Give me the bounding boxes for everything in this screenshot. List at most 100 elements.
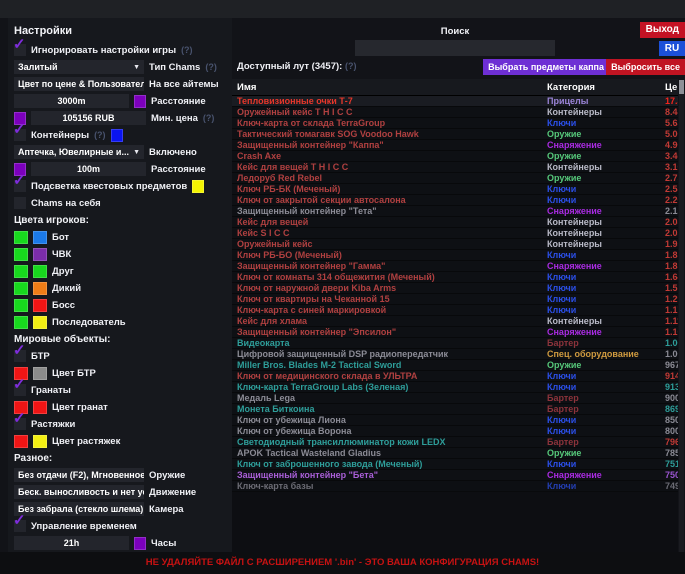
table-row[interactable]: Crash Axe Оружие 3.40kk	[232, 151, 678, 162]
distance-color-swatch[interactable]	[134, 95, 146, 108]
drop-all-button[interactable]: Выбросить все	[606, 59, 685, 75]
select-kappa-items-button[interactable]: Выбрать предметы каппа	[483, 59, 609, 75]
chams-self-checkbox[interactable]	[14, 197, 26, 209]
table-row[interactable]: Ключ от квартиры на Чеканной 15 Ключи 1.…	[232, 294, 678, 305]
time-control-checkbox[interactable]: ✓	[14, 520, 26, 532]
min-price-input[interactable]: 105156 RUB	[31, 111, 146, 125]
player-color-swatch-primary[interactable]	[14, 299, 28, 312]
item-name: Ключ от закрытой секции автосалона	[232, 195, 547, 205]
meds-dropdown[interactable]: Аптечка, Ювелирные и... ▼	[14, 145, 144, 159]
tripwires-checkbox[interactable]: ✓	[14, 418, 26, 430]
table-row[interactable]: Miller Bros. Blades M-2 Tactical Sword О…	[232, 360, 678, 371]
movement-misc-dropdown[interactable]: Беск. выносливость и нет уста ▼	[14, 485, 144, 499]
item-category: Снаряжение	[547, 327, 665, 337]
btr-color-swatch-secondary[interactable]	[33, 367, 47, 380]
table-row[interactable]: Светодиодный трансиллюминатор кожи LEDX …	[232, 437, 678, 448]
help-hint[interactable]: (?)	[345, 61, 357, 71]
table-row[interactable]: Ледоруб Red Rebel Оружие 2.75kk	[232, 173, 678, 184]
player-color-swatch-secondary[interactable]	[33, 316, 47, 329]
table-row[interactable]: Ключ-карта базы Ключи 749.0k	[232, 481, 678, 492]
table-row[interactable]: Защищенный контейнер "Каппа" Снаряжение …	[232, 140, 678, 151]
weapon-misc-dropdown[interactable]: Без отдачи (F2), Мгновенное п ▼	[14, 468, 144, 482]
table-row[interactable]: Защищенный контейнер "Эпсилон" Снаряжени…	[232, 327, 678, 338]
ignore-game-settings-checkbox[interactable]: ✓	[14, 44, 26, 56]
help-hint[interactable]: (?)	[205, 62, 217, 72]
item-price: 913.8k	[665, 382, 678, 392]
distance-input[interactable]: 3000m	[14, 94, 129, 108]
color-mode-dropdown[interactable]: Цвет по цене & Пользователь ▼	[14, 77, 144, 91]
table-row[interactable]: Кейс S I C C Контейнеры 2.05kk	[232, 228, 678, 239]
quest-items-checkbox[interactable]: ✓	[14, 180, 26, 192]
table-row[interactable]: Видеокарта Бартер 1.06kk	[232, 338, 678, 349]
table-row[interactable]: Защищенный контейнер "Тета" Снаряжение 2…	[232, 206, 678, 217]
player-colors-list: Бот ЧВК Друг Дикий	[14, 230, 226, 332]
table-row[interactable]: Ключ-карта от склада TerraGroup Ключи 5.…	[232, 118, 678, 129]
grenade-color-swatch-secondary[interactable]	[33, 401, 47, 414]
tripwire-color-swatch-secondary[interactable]	[33, 435, 47, 448]
table-row[interactable]: Ключ от закрытой секции автосалона Ключи…	[232, 195, 678, 206]
containers-color-swatch[interactable]	[111, 129, 123, 142]
help-hint[interactable]: (?)	[94, 130, 106, 140]
table-row[interactable]: Ключ РБ-БО (Меченый) Ключи 1.85kk	[232, 250, 678, 261]
table-row[interactable]: Монета Биткоина Бартер 869.6k	[232, 404, 678, 415]
help-hint[interactable]: (?)	[203, 113, 215, 123]
player-color-swatch-primary[interactable]	[14, 231, 28, 244]
table-row[interactable]: Ключ от комнаты 314 общежития (Меченый) …	[232, 272, 678, 283]
table-row[interactable]: Кейс для вещей Контейнеры 2.08kk	[232, 217, 678, 228]
table-row[interactable]: Кейс для хлама Контейнеры 1.11kk	[232, 316, 678, 327]
player-color-swatch-secondary[interactable]	[33, 299, 47, 312]
column-header-category[interactable]: Категория	[547, 82, 665, 93]
table-row[interactable]: Ключ от убежища Лиона Ключи 850.0k	[232, 415, 678, 426]
scrollbar-thumb[interactable]	[679, 80, 684, 94]
table-row[interactable]: Ключ от заброшенного завода (Меченый) Кл…	[232, 459, 678, 470]
table-row[interactable]: Ключ от убежища Ворона Ключи 800.0k	[232, 426, 678, 437]
meds-value: Аптечка, Ювелирные и...	[18, 147, 129, 157]
table-row[interactable]: Кейс для вещей T H I C C Контейнеры 3.10…	[232, 162, 678, 173]
item-category: Ключи	[547, 382, 665, 392]
btr-checkbox[interactable]: ✓	[14, 350, 26, 362]
chams-type-label: Тип Chams	[149, 62, 200, 73]
hours-color-swatch[interactable]	[134, 537, 146, 550]
quest-items-color-swatch[interactable]	[192, 180, 204, 193]
table-row[interactable]: Ключ-карта с синей маркировкой Ключи 1.1…	[232, 305, 678, 316]
grenades-checkbox[interactable]: ✓	[14, 384, 26, 396]
table-row[interactable]: Оружейный кейс Контейнеры 1.95kk	[232, 239, 678, 250]
table-row[interactable]: Ключ РБ-БК (Меченый) Ключи 2.58kk	[232, 184, 678, 195]
table-row[interactable]: Ключ от медицинского склада в УЛЬТРА Клю…	[232, 371, 678, 382]
exit-button[interactable]: Выход	[640, 22, 685, 38]
column-header-price[interactable]: Цена	[665, 82, 678, 93]
table-row[interactable]: Защищенный контейнер "Гамма" Снаряжение …	[232, 261, 678, 272]
table-row[interactable]: Ключ-карта TerraGroup Labs (Зеленая) Клю…	[232, 382, 678, 393]
camera-misc-dropdown[interactable]: Без забрала (стекло шлема) ▼	[14, 502, 144, 516]
meds-distance-input[interactable]: 100m	[31, 162, 146, 176]
language-button[interactable]: RU	[659, 41, 685, 56]
player-color-swatch-primary[interactable]	[14, 316, 28, 329]
player-color-swatch-secondary[interactable]	[33, 248, 47, 261]
item-price: 967.2k	[665, 360, 678, 370]
hours-input[interactable]: 21h	[14, 536, 129, 550]
player-color-label: Последователь	[52, 317, 126, 328]
table-row[interactable]: Тактический томагавк SOG Voodoo Hawk Ору…	[232, 129, 678, 140]
player-color-swatch-primary[interactable]	[14, 282, 28, 295]
table-row[interactable]: Цифровой защищенный DSP радиопередатчик …	[232, 349, 678, 360]
player-color-swatch-primary[interactable]	[14, 265, 28, 278]
containers-checkbox[interactable]: ✓	[14, 129, 26, 141]
table-row[interactable]: Медаль Lega Бартер 900.0k	[232, 393, 678, 404]
meds-label: Включено	[149, 147, 197, 158]
table-row[interactable]: Защищенный контейнер "Бета" Снаряжение 7…	[232, 470, 678, 481]
column-header-name[interactable]: Имя	[232, 82, 547, 93]
table-row[interactable]: Ключ от наружной двери Kiba Arms Ключи 1…	[232, 283, 678, 294]
table-row[interactable]: APOK Tactical Wasteland Gladius Оружие 7…	[232, 448, 678, 459]
player-color-swatch-secondary[interactable]	[33, 282, 47, 295]
table-row[interactable]: Оружейный кейс T H I C C Контейнеры 8.48…	[232, 107, 678, 118]
search-input[interactable]	[355, 40, 555, 56]
help-hint[interactable]: (?)	[181, 45, 193, 55]
player-color-swatch-primary[interactable]	[14, 248, 28, 261]
player-color-swatch-secondary[interactable]	[33, 265, 47, 278]
table-row[interactable]: Тепловизионные очки Т-7 Прицелы 17.33kk	[232, 96, 678, 107]
item-category: Бартер	[547, 338, 665, 348]
table-scrollbar[interactable]	[679, 80, 684, 552]
chams-type-dropdown[interactable]: Залитый ▼	[14, 60, 144, 74]
player-color-swatch-secondary[interactable]	[33, 231, 47, 244]
tripwire-color-swatch-primary[interactable]	[14, 435, 28, 448]
